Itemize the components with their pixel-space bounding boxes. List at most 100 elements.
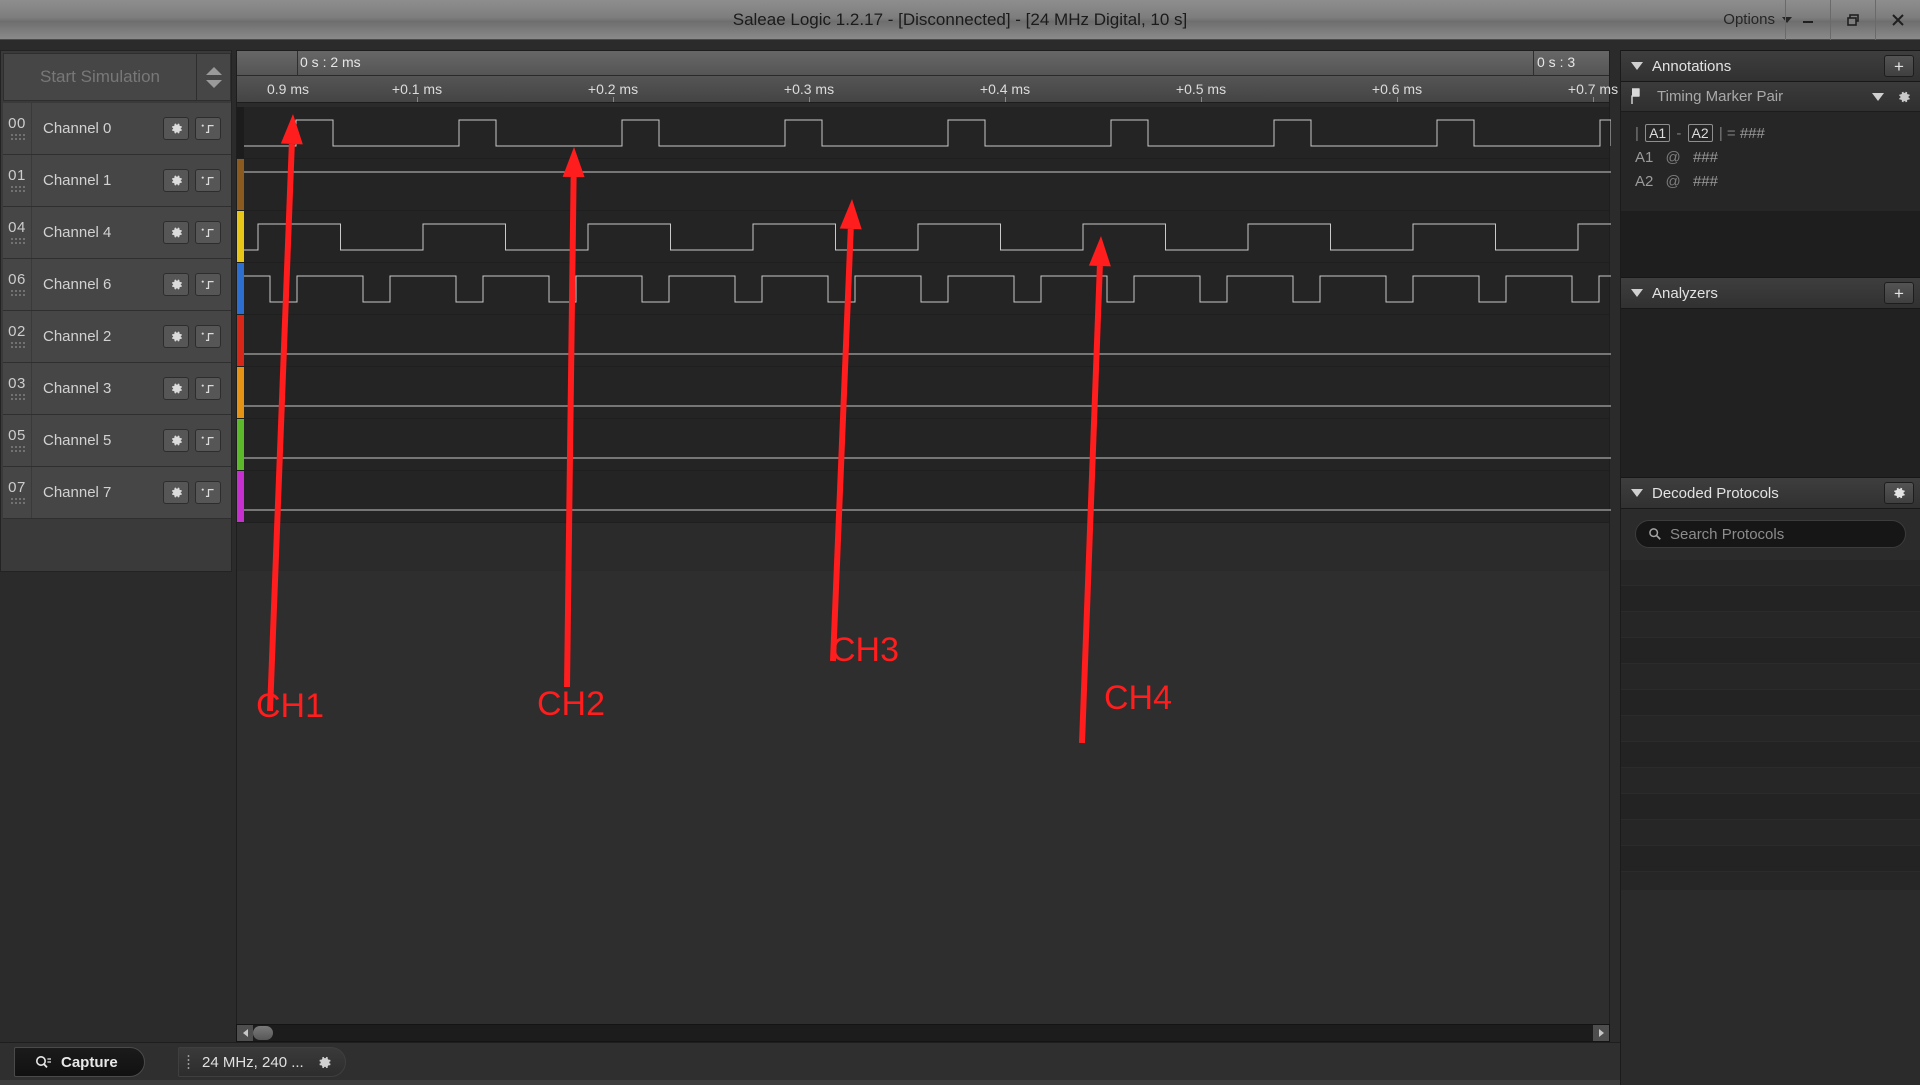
start-simulation-button[interactable]: Start Simulation — [4, 54, 196, 100]
channel-row-02[interactable]: 02 Channel 2 — [3, 311, 231, 363]
protocol-list-row[interactable] — [1621, 794, 1920, 820]
annotations-empty-space — [1621, 211, 1920, 277]
drag-grip-icon[interactable] — [9, 497, 25, 506]
window-title: Saleae Logic 1.2.17 - [Disconnected] - [… — [732, 10, 1188, 29]
channel-settings-button[interactable] — [163, 169, 189, 192]
protocol-list-row[interactable] — [1621, 586, 1920, 612]
chevron-right-icon[interactable] — [1593, 1025, 1609, 1041]
protocol-list-row[interactable] — [1621, 846, 1920, 872]
decoded-protocols-list[interactable] — [1621, 560, 1920, 898]
analyzers-list[interactable] — [1621, 309, 1920, 477]
channel-row-01[interactable]: 01 Channel 1 — [3, 155, 231, 207]
channel-settings-button[interactable] — [163, 273, 189, 296]
search-protocols-placeholder: Search Protocols — [1670, 525, 1785, 543]
waveform-row-05[interactable] — [237, 419, 1611, 471]
timeline-marker-ruler[interactable]: 0 s : 2 ms 0 s : 3 — [237, 51, 1609, 76]
protocol-list-row[interactable] — [1621, 768, 1920, 794]
channel-add-analyzer-button[interactable] — [195, 117, 221, 140]
close-button[interactable] — [1875, 0, 1920, 40]
capture-tab[interactable]: Capture — [14, 1047, 145, 1077]
waveform-row-01[interactable] — [237, 159, 1611, 211]
protocol-list-row[interactable] — [1621, 664, 1920, 690]
drag-grip-icon[interactable] — [9, 289, 25, 298]
channel-row-06[interactable]: 06 Channel 6 — [3, 259, 231, 311]
annotation-item-timing-marker-pair[interactable]: Timing Marker Pair — [1621, 82, 1920, 112]
waveform-row-06[interactable] — [237, 263, 1611, 315]
drag-grip-icon[interactable] — [9, 237, 25, 246]
sample-rate-group[interactable]: 24 MHz, 240 ... — [178, 1047, 346, 1077]
channel-add-analyzer-button[interactable] — [195, 273, 221, 296]
capture-tab-label: Capture — [61, 1053, 118, 1071]
waveform-row-07[interactable] — [237, 471, 1611, 523]
minimize-button[interactable] — [1785, 0, 1830, 40]
drag-grip-icon[interactable] — [9, 445, 25, 454]
timeline-tick-label: +0.6 ms — [1371, 81, 1423, 97]
drag-grip-icon[interactable] — [9, 341, 25, 350]
collapse-triangle-icon[interactable] — [1631, 289, 1643, 297]
channel-row-03[interactable]: 03 Channel 3 — [3, 363, 231, 415]
trace-05 — [244, 457, 1611, 459]
channel-settings-button[interactable] — [163, 325, 189, 348]
horizontal-scrollbar[interactable] — [236, 1024, 1610, 1042]
chevron-left-icon[interactable] — [237, 1025, 253, 1041]
channel-add-analyzer-button[interactable] — [195, 429, 221, 452]
chevron-down-icon[interactable] — [205, 79, 222, 88]
protocol-list-row[interactable] — [1621, 742, 1920, 768]
protocol-list-row[interactable] — [1621, 820, 1920, 846]
protocol-list-row[interactable] — [1621, 638, 1920, 664]
waveform-row-03[interactable] — [237, 367, 1611, 419]
channel-add-analyzer-button[interactable] — [195, 325, 221, 348]
channel-row-00[interactable]: 00 Channel 0 — [3, 103, 231, 155]
marker-a2-chip[interactable]: A2 — [1687, 124, 1713, 142]
drag-grip-icon[interactable] — [9, 185, 25, 194]
protocol-list-row[interactable] — [1621, 612, 1920, 638]
channel-row-07[interactable]: 07 Channel 7 — [3, 467, 231, 519]
channel-number-cell: 02 — [3, 311, 32, 362]
maximize-button[interactable] — [1830, 0, 1875, 40]
capture-settings-button[interactable] — [316, 1054, 333, 1071]
waveform-row-00[interactable] — [237, 107, 1611, 159]
scrollbar-track[interactable] — [253, 1025, 1593, 1041]
waveform-row-02[interactable] — [237, 315, 1611, 367]
annotation-settings-button[interactable] — [1896, 89, 1912, 105]
timeline-tick-label: +0.1 ms — [391, 81, 443, 97]
annotation-detail: | A1 - A2 | = ### A1 @ ### A2 @ ### — [1621, 112, 1920, 211]
channel-row-04[interactable]: 04 Channel 4 — [3, 207, 231, 259]
channel-add-analyzer-button[interactable] — [195, 377, 221, 400]
drag-grip[interactable] — [187, 1053, 190, 1071]
search-protocols-input[interactable]: Search Protocols — [1635, 520, 1906, 548]
drag-grip-icon[interactable] — [9, 133, 25, 142]
scrollbar-thumb[interactable] — [253, 1026, 273, 1040]
channel-add-analyzer-button[interactable] — [195, 481, 221, 504]
capture-magnifier-icon — [36, 1055, 51, 1068]
channel-settings-button[interactable] — [163, 377, 189, 400]
channel-add-analyzer-button[interactable] — [195, 169, 221, 192]
channel-settings-button[interactable] — [163, 117, 189, 140]
waveform-rows[interactable] — [237, 103, 1611, 1025]
channel-settings-button[interactable] — [163, 429, 189, 452]
waveform-graph[interactable]: 0 s : 2 ms 0 s : 3 0.9 ms +0.1 ms +0.2 ms +0… — [236, 50, 1814, 1025]
protocol-list-row[interactable] — [1621, 690, 1920, 716]
add-trigger-icon — [201, 384, 214, 393]
annotation-a2-line: A2 @ ### — [1635, 173, 1920, 190]
waveform-row-04[interactable] — [237, 211, 1611, 263]
add-analyzer-button[interactable]: + — [1884, 282, 1914, 304]
protocol-list-row[interactable] — [1621, 872, 1920, 898]
timeline-tick-ruler[interactable]: 0.9 ms +0.1 ms +0.2 ms +0.3 ms +0.4 ms +0.5 m… — [237, 76, 1814, 103]
channel-add-analyzer-button[interactable] — [195, 221, 221, 244]
marker-a1-chip[interactable]: A1 — [1645, 124, 1671, 142]
drag-grip-icon[interactable] — [9, 393, 25, 402]
collapse-triangle-icon[interactable] — [1631, 489, 1643, 497]
protocol-list-row[interactable] — [1621, 716, 1920, 742]
empty-graph-area[interactable] — [237, 571, 1609, 1025]
channel-row-05[interactable]: 05 Channel 5 — [3, 415, 231, 467]
add-annotation-button[interactable]: + — [1884, 55, 1914, 77]
channel-settings-button[interactable] — [163, 221, 189, 244]
timeline-tick-mark — [417, 97, 418, 102]
channel-settings-button[interactable] — [163, 481, 189, 504]
chevron-up-icon[interactable] — [205, 66, 222, 75]
collapse-triangle-icon[interactable] — [1631, 62, 1643, 70]
decoded-protocols-settings-button[interactable] — [1884, 482, 1914, 504]
protocol-list-row[interactable] — [1621, 560, 1920, 586]
chevron-down-icon[interactable] — [1872, 92, 1884, 101]
